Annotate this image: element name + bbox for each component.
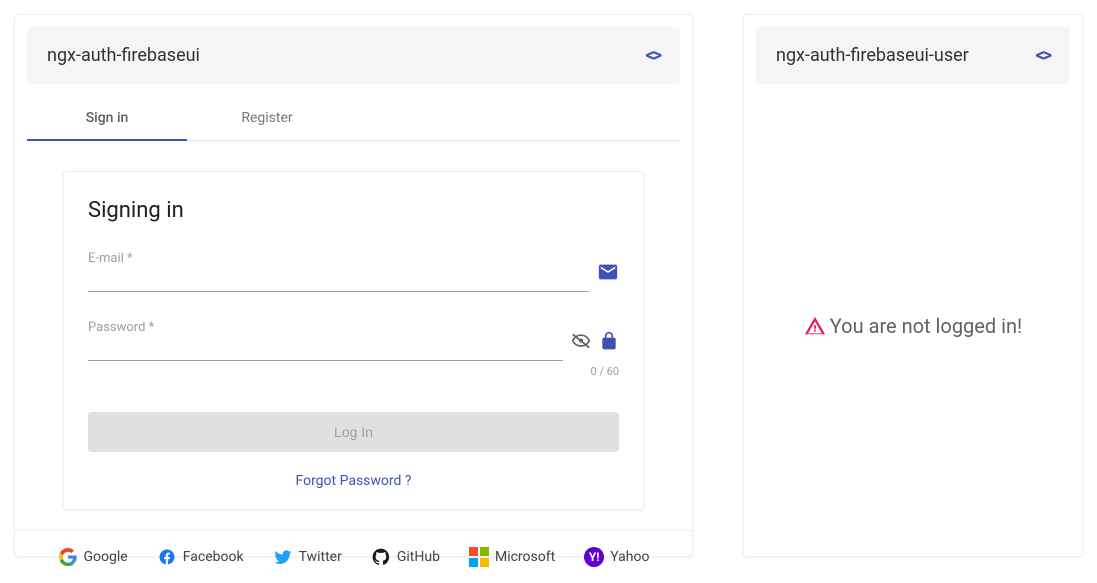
twitter-icon [273, 547, 293, 567]
code-icon[interactable]: <> [1036, 45, 1050, 66]
panel-title: ngx-auth-firebaseui [47, 45, 200, 66]
provider-yahoo[interactable]: Y! Yahoo [584, 547, 649, 567]
password-field[interactable] [88, 337, 563, 353]
provider-label: Google [84, 549, 128, 565]
provider-facebook[interactable]: Facebook [157, 547, 244, 567]
visibility-off-icon[interactable] [571, 331, 591, 351]
provider-label: GitHub [397, 549, 440, 565]
provider-label: Yahoo [610, 549, 649, 565]
signin-card: Signing in E-mail * Password * [63, 171, 644, 510]
tab-signin[interactable]: Sign in [27, 96, 187, 140]
providers-row: Google Facebook Twitter GitHub Microsoft [15, 530, 692, 583]
provider-google[interactable]: Google [58, 547, 128, 567]
not-logged-text: You are not logged in! [830, 314, 1022, 338]
provider-label: Twitter [299, 549, 342, 565]
user-panel-body: You are not logged in! [744, 96, 1082, 556]
tab-register[interactable]: Register [187, 96, 347, 140]
password-field-wrap: Password * 0 / 60 [88, 320, 619, 378]
panel-header: ngx-auth-firebaseui <> [27, 27, 680, 84]
forgot-password-link[interactable]: Forgot Password ? [295, 473, 411, 489]
provider-github[interactable]: GitHub [371, 547, 440, 567]
google-icon [58, 547, 78, 567]
provider-label: Facebook [183, 549, 244, 565]
password-label: Password * [88, 320, 563, 335]
not-logged-message: You are not logged in! [804, 314, 1022, 338]
panel-header: ngx-auth-firebaseui-user <> [756, 27, 1070, 84]
panel-title: ngx-auth-firebaseui-user [776, 45, 969, 66]
provider-microsoft[interactable]: Microsoft [469, 547, 555, 567]
forgot-wrap: Forgot Password ? [88, 470, 619, 489]
auth-panel: ngx-auth-firebaseui <> Sign in Register … [14, 14, 693, 557]
card-title: Signing in [88, 198, 619, 223]
facebook-icon [157, 547, 177, 567]
github-icon [371, 547, 391, 567]
user-panel: ngx-auth-firebaseui-user <> You are not … [743, 14, 1083, 557]
warning-icon [804, 315, 826, 337]
login-button[interactable]: Log In [88, 412, 619, 452]
email-field-wrap: E-mail * [88, 251, 619, 292]
provider-twitter[interactable]: Twitter [273, 547, 342, 567]
microsoft-icon [469, 547, 489, 567]
provider-label: Microsoft [495, 549, 555, 565]
email-field[interactable] [88, 268, 589, 284]
auth-tabs: Sign in Register [27, 96, 680, 141]
password-counter: 0 / 60 [88, 365, 619, 378]
yahoo-icon: Y! [584, 547, 604, 567]
mail-icon [597, 261, 619, 283]
code-icon[interactable]: <> [646, 45, 660, 66]
lock-icon [599, 331, 619, 351]
email-label: E-mail * [88, 251, 589, 266]
